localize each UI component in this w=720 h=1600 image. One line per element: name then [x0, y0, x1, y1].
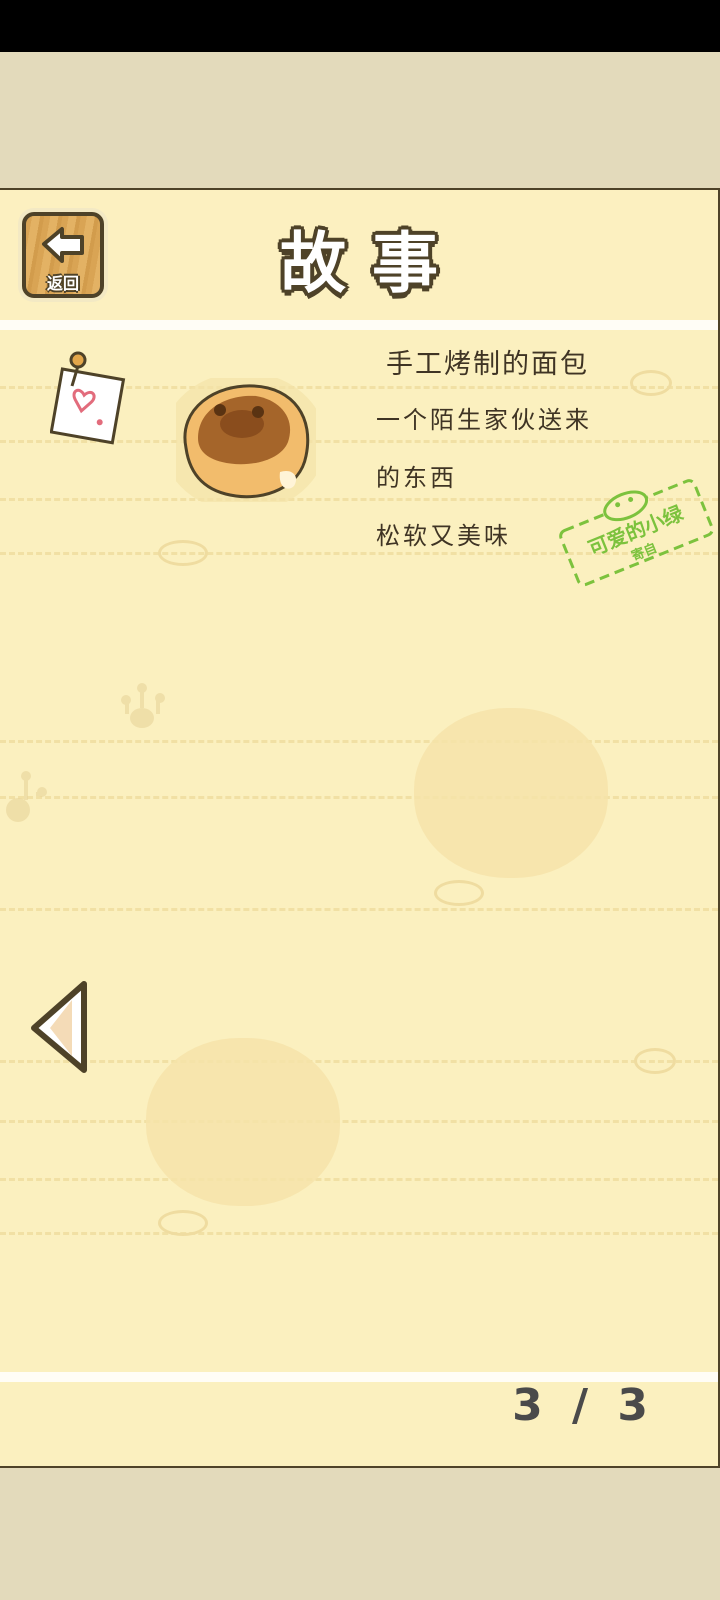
page-indicator: 3 / 3	[512, 1380, 648, 1431]
page-title: 故事	[280, 225, 464, 302]
triangle-left-icon[interactable]	[28, 978, 92, 1076]
story-title: 手工烤制的面包	[386, 349, 589, 380]
header-divider	[0, 320, 718, 330]
header: 返回 故事	[0, 190, 718, 322]
story-panel: 返回 故事 手工烤制的面包 一个陌生家伙送来 的东西 松软又美味 可爱的小绿 寄…	[0, 188, 720, 1468]
bread-icon	[176, 378, 316, 502]
footprint-icon	[6, 771, 47, 822]
footprint-icon	[121, 683, 165, 728]
story-line: 松软又美味	[376, 522, 511, 550]
sender-stamp: 可爱的小绿 寄自	[559, 479, 714, 587]
story-line: 一个陌生家伙送来	[376, 406, 592, 434]
story-line: 的东西	[376, 464, 457, 492]
status-bar	[0, 0, 720, 52]
heart-note-icon	[50, 351, 126, 445]
